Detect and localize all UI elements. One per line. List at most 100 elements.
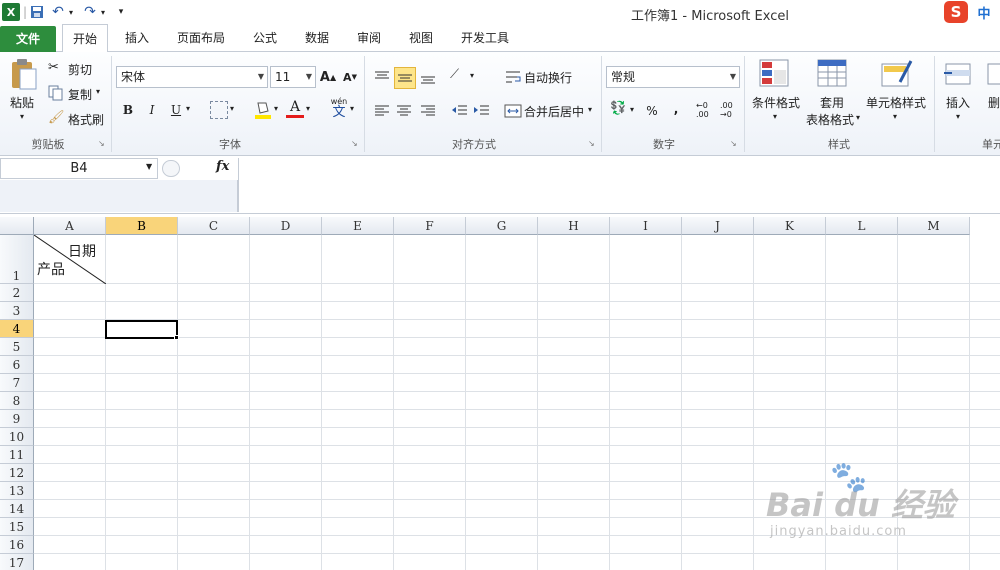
number-format-dropdown-icon[interactable]: ▼ [730,67,736,87]
decrease-decimal-icon[interactable]: .00 →0 [720,101,740,121]
row-header[interactable]: 11 [0,446,34,464]
orientation-icon[interactable]: ⟋ [450,67,470,87]
number-launcher-icon[interactable]: ↘ [730,139,737,148]
redo-dropdown-icon[interactable]: ▾ [98,3,108,21]
tab-developer[interactable]: 开发工具 [452,24,518,52]
column-header[interactable]: A [34,217,106,235]
currency-icon[interactable]: 💱 [610,101,630,121]
undo-icon[interactable]: ↶ [50,3,66,21]
phonetic-dropdown-icon[interactable]: ▾ [350,104,354,113]
format-as-table-button-line2[interactable]: 表格格式 [806,111,854,128]
borders-icon[interactable] [210,101,228,119]
fill-color-dropdown-icon[interactable]: ▾ [274,104,278,113]
row-header[interactable]: 8 [0,392,34,410]
insert-function-icon[interactable]: fx [216,159,229,174]
row-header[interactable]: 4 [0,320,34,338]
font-name-dropdown-icon[interactable]: ▼ [258,67,264,87]
cell-styles-button[interactable]: 单元格样式 [866,94,926,111]
font-size-combo[interactable]: 11 ▼ [270,66,316,88]
fill-color-icon[interactable] [254,100,272,120]
borders-dropdown-icon[interactable]: ▾ [230,104,234,113]
align-right-icon[interactable] [418,101,438,121]
row-header[interactable]: 5 [0,338,34,356]
column-header[interactable]: M [898,217,970,235]
cell-a1[interactable]: 日期 产品 [34,235,106,284]
column-header[interactable]: F [394,217,466,235]
row-header[interactable]: 16 [0,536,34,554]
percent-button[interactable]: % [642,101,662,121]
column-header[interactable]: G [466,217,538,235]
row-header[interactable]: 9 [0,410,34,428]
tab-insert[interactable]: 插入 [116,24,158,52]
tab-page-layout[interactable]: 页面布局 [170,24,232,52]
conditional-formatting-dropdown-icon[interactable]: ▾ [773,112,777,121]
name-box[interactable]: B4 [0,158,158,179]
column-header[interactable]: C [178,217,250,235]
cut-button[interactable]: 剪切 [68,61,92,78]
grow-font-button[interactable]: A ▲ [318,67,338,87]
clipboard-launcher-icon[interactable]: ↘ [98,139,105,148]
column-header[interactable]: K [754,217,826,235]
align-bottom-icon[interactable] [418,67,438,87]
row-header[interactable]: 17 [0,554,34,570]
number-format-combo[interactable]: 常规 ▼ [606,66,740,88]
row-header[interactable]: 3 [0,302,34,320]
insert-cells-button[interactable]: 插入 [946,94,970,111]
copy-button[interactable]: 复制 [68,86,92,103]
cell-styles-dropdown-icon[interactable]: ▾ [893,112,897,121]
increase-decimal-icon[interactable]: ←0.00 [696,101,716,121]
underline-button[interactable]: U [166,100,186,120]
align-top-icon[interactable] [372,67,392,87]
customize-quick-access-icon[interactable]: ▾ [114,3,128,21]
undo-dropdown-icon[interactable]: ▾ [66,3,76,21]
alignment-launcher-icon[interactable]: ↘ [588,139,595,148]
tab-view[interactable]: 视图 [400,24,442,52]
tab-formulas[interactable]: 公式 [244,24,286,52]
tab-file[interactable]: 文件 [0,26,56,52]
underline-dropdown-icon[interactable]: ▾ [186,104,190,113]
save-icon[interactable] [28,3,46,21]
merge-center-button[interactable]: 合并后居中 [524,103,584,120]
tab-review[interactable]: 审阅 [348,24,390,52]
column-header[interactable]: J [682,217,754,235]
format-as-table-dropdown-icon[interactable]: ▾ [856,113,860,122]
column-header[interactable]: I [610,217,682,235]
font-color-dropdown-icon[interactable]: ▾ [306,104,310,113]
copy-dropdown-icon[interactable]: ▾ [96,87,100,96]
row-header[interactable]: 14 [0,500,34,518]
select-all-corner[interactable] [0,217,34,235]
decrease-indent-icon[interactable] [450,101,470,121]
tab-home[interactable]: 开始 [62,24,108,53]
row-header[interactable]: 12 [0,464,34,482]
paste-icon[interactable] [8,58,40,92]
format-as-table-button-line1[interactable]: 套用 [820,94,844,111]
bold-button[interactable]: B [118,100,138,120]
column-header[interactable]: D [250,217,322,235]
column-header[interactable]: E [322,217,394,235]
paste-dropdown-icon[interactable]: ▾ [20,112,24,121]
font-launcher-icon[interactable]: ↘ [351,139,358,148]
wrap-text-button[interactable]: 自动换行 [524,69,572,86]
increase-indent-icon[interactable] [472,101,492,121]
tab-data[interactable]: 数据 [296,24,338,52]
italic-button[interactable]: I [142,100,162,120]
merge-dropdown-icon[interactable]: ▾ [588,105,592,114]
row-header[interactable]: 6 [0,356,34,374]
conditional-formatting-button[interactable]: 条件格式 [752,94,800,111]
row-header[interactable]: 7 [0,374,34,392]
align-left-icon[interactable] [372,101,392,121]
column-header[interactable]: B [106,217,178,235]
column-header[interactable]: H [538,217,610,235]
phonetic-guide-icon[interactable]: wén 文 [328,98,350,120]
format-painter-button[interactable]: 格式刷 [68,111,104,128]
column-header[interactable]: L [826,217,898,235]
ime-mode-badge[interactable]: 中 [972,3,996,22]
font-name-combo[interactable]: 宋体 ▼ [116,66,268,88]
insert-cells-dropdown-icon[interactable]: ▾ [956,112,960,121]
row-header[interactable]: 1 [0,235,34,284]
align-center-icon[interactable] [394,101,414,121]
name-box-dropdown-icon[interactable]: ▼ [146,162,152,171]
row-header[interactable]: 13 [0,482,34,500]
formula-bar-splitter-icon[interactable] [162,160,180,177]
sogou-ime-icon[interactable]: S [944,1,968,23]
